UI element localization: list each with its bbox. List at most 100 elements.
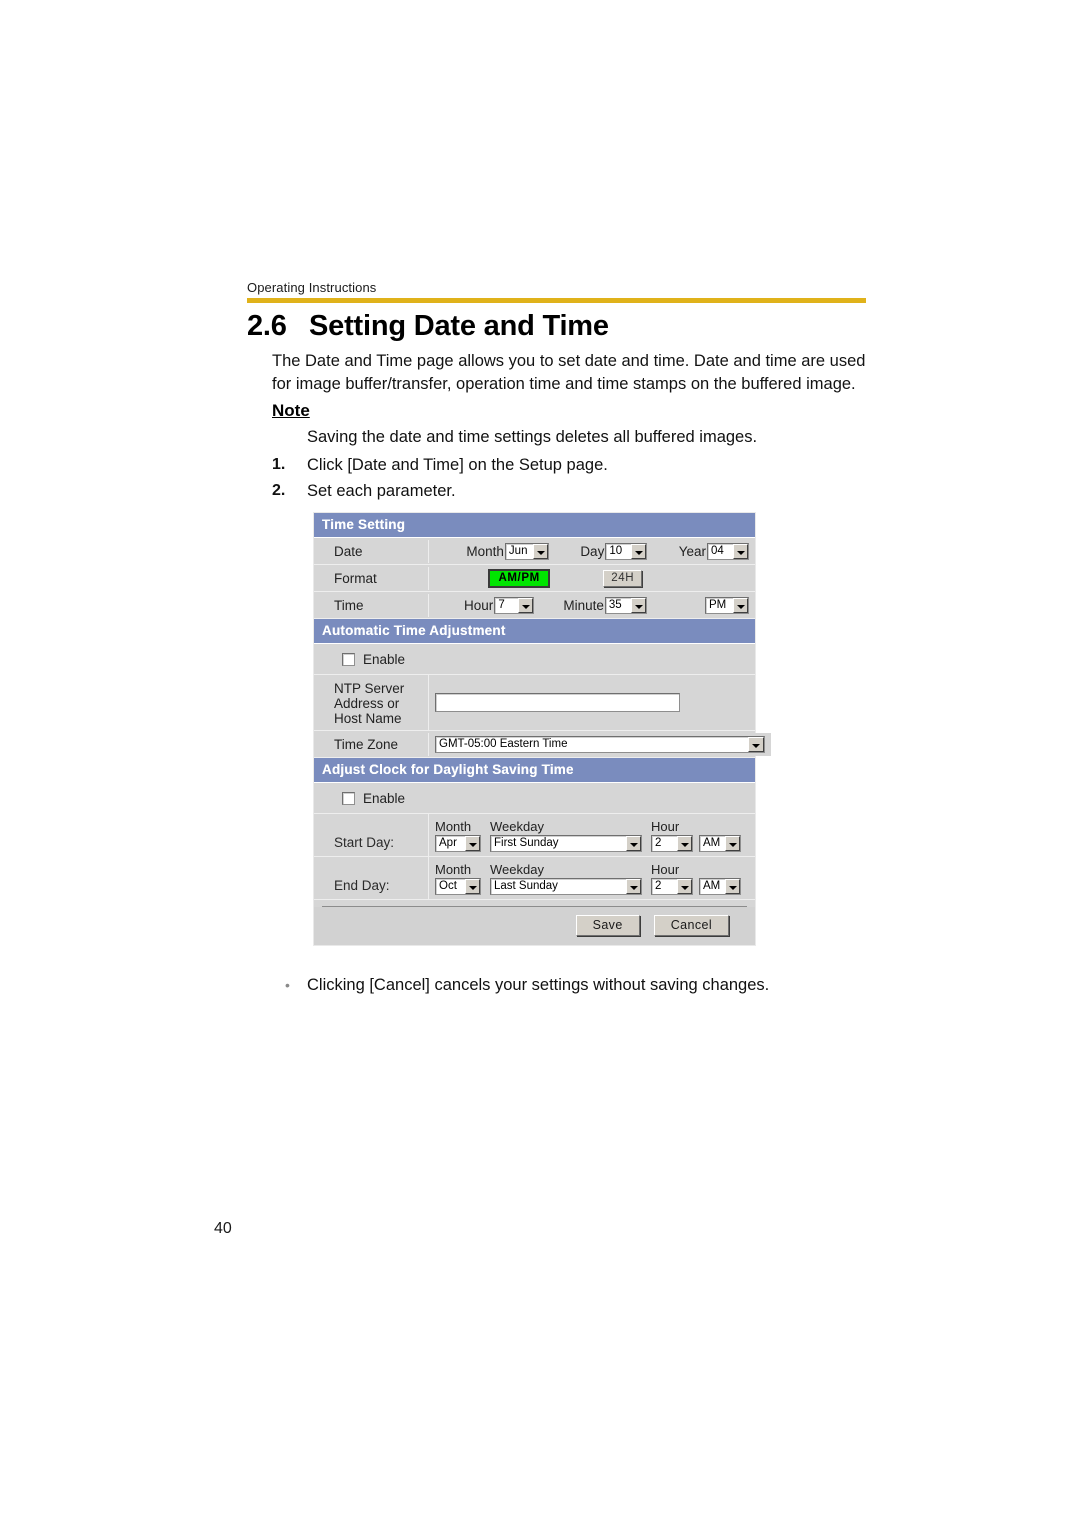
ampm-format-button[interactable]: AM/PM	[488, 568, 550, 588]
hour-label: Hour	[464, 597, 494, 613]
start-day-row: Start Day: Month Apr Weekday First Sunda…	[314, 814, 755, 857]
month-value: Jun	[508, 544, 528, 557]
chevron-down-icon[interactable]	[465, 879, 480, 894]
month-label: Month	[466, 543, 504, 559]
hour-value: 7	[498, 598, 505, 611]
end-weekday-group: Weekday Last Sunday	[490, 863, 642, 895]
page-title: 2.6 Setting Date and Time	[247, 310, 887, 343]
dst-enable-checkbox[interactable]	[342, 791, 355, 805]
day-value: 10	[609, 544, 623, 557]
start-month-select[interactable]: Apr	[435, 835, 481, 852]
start-day-label: Start Day:	[314, 814, 429, 856]
date-time-settings-screenshot: Time Setting Date Month Jun Day 10 Year …	[313, 512, 771, 946]
end-meridiem-value: AM	[703, 880, 721, 892]
auto-time-enable-label: Enable	[363, 651, 406, 667]
date-row: Date Month Jun Day 10 Year 04	[314, 538, 755, 565]
end-day-row: End Day: Month Oct Weekday Last Sunday H…	[314, 857, 755, 900]
chevron-down-icon[interactable]	[532, 543, 548, 559]
section-number: 2.6	[247, 310, 287, 342]
start-day-fields: Month Apr Weekday First Sunday Hour 2 AM	[429, 814, 755, 856]
end-month-group: Month Oct	[435, 863, 481, 895]
chevron-down-icon[interactable]	[631, 543, 647, 559]
chevron-down-icon[interactable]	[748, 736, 764, 752]
note-label: Note	[272, 401, 310, 420]
chevron-down-icon[interactable]	[518, 597, 534, 613]
end-day-fields: Month Oct Weekday Last Sunday Hour 2 AM	[429, 857, 755, 899]
ntp-server-row: NTP Server Address or Host Name	[314, 675, 755, 731]
end-day-label: End Day:	[314, 857, 429, 899]
day-select[interactable]: 10	[605, 542, 648, 560]
date-row-fields: Month Jun Day 10 Year 04	[429, 539, 755, 563]
timezone-field-wrap: GMT-05:00 Eastern Time	[429, 732, 771, 756]
end-hour-caption: Hour	[651, 862, 680, 877]
chevron-down-icon[interactable]	[733, 543, 748, 559]
start-month-value: Apr	[439, 837, 457, 849]
list-item: 1. Click [Date and Time] on the Setup pa…	[272, 452, 872, 478]
cancel-button[interactable]: Cancel	[653, 915, 729, 936]
year-value: 04	[711, 544, 724, 557]
start-weekday-select[interactable]: First Sunday	[490, 835, 642, 852]
chevron-down-icon[interactable]	[626, 836, 641, 851]
closing-note: • Clicking [Cancel] cancels your setting…	[285, 974, 907, 997]
running-header: Operating Instructions	[247, 280, 377, 295]
dst-enable-row[interactable]: Enable	[314, 783, 755, 814]
auto-time-enable-checkbox[interactable]	[342, 652, 355, 666]
end-hour-value: 2	[655, 880, 662, 892]
start-weekday-value: First Sunday	[494, 837, 559, 849]
auto-time-enable-row[interactable]: Enable	[314, 644, 755, 675]
start-weekday-caption: Weekday	[490, 819, 544, 834]
year-select[interactable]: 04	[707, 542, 749, 560]
chevron-down-icon[interactable]	[725, 879, 740, 894]
chevron-down-icon[interactable]	[732, 597, 748, 613]
end-month-value: Oct	[439, 880, 457, 892]
automatic-time-adjustment-section-header: Automatic Time Adjustment	[314, 619, 755, 644]
step-list: 1. Click [Date and Time] on the Setup pa…	[272, 452, 872, 504]
start-weekday-group: Weekday First Sunday	[490, 820, 642, 852]
format-row-fields: AM/PM 24H	[429, 565, 755, 591]
ntp-server-input[interactable]	[435, 693, 680, 712]
end-month-select[interactable]: Oct	[435, 878, 481, 895]
minute-label: Minute	[563, 597, 604, 613]
chevron-down-icon[interactable]	[626, 879, 641, 894]
dst-enable-label: Enable	[363, 790, 406, 806]
minute-select[interactable]: 35	[604, 596, 647, 614]
chevron-down-icon[interactable]	[630, 597, 646, 613]
timezone-select[interactable]: GMT-05:00 Eastern Time	[435, 735, 765, 753]
year-label: Year	[678, 543, 706, 559]
ntp-server-label: NTP Server Address or Host Name	[314, 675, 429, 730]
end-hour-group: Hour 2 AM	[651, 863, 741, 895]
chevron-down-icon[interactable]	[677, 836, 692, 851]
end-weekday-value: Last Sunday	[494, 880, 558, 892]
month-select[interactable]: Jun	[504, 542, 549, 560]
24h-format-button[interactable]: 24H	[603, 569, 643, 587]
minute-value: 35	[608, 598, 622, 611]
closing-note-text: Clicking [Cancel] cancels your settings …	[307, 976, 770, 994]
meridiem-select[interactable]: PM	[704, 596, 749, 614]
save-button[interactable]: Save	[575, 915, 640, 936]
start-meridiem-select[interactable]: AM	[699, 835, 741, 852]
intro-paragraph: The Date and Time page allows you to set…	[272, 352, 866, 393]
form-button-bar: Save Cancel	[314, 907, 755, 945]
format-row: Format AM/PM 24H	[314, 565, 755, 592]
chevron-down-icon[interactable]	[725, 836, 740, 851]
start-month-caption: Month	[435, 819, 472, 834]
meridiem-value: PM	[708, 598, 727, 611]
end-weekday-select[interactable]: Last Sunday	[490, 878, 642, 895]
chevron-down-icon[interactable]	[465, 836, 480, 851]
list-item: 2. Set each parameter.	[272, 478, 872, 504]
timezone-label: Time Zone	[314, 732, 429, 756]
chevron-down-icon[interactable]	[677, 879, 692, 894]
section-title: Setting Date and Time	[309, 310, 609, 342]
note-text: Saving the date and time settings delete…	[307, 428, 758, 446]
date-row-label: Date	[314, 539, 429, 563]
day-label: Day	[580, 543, 605, 559]
page-number: 40	[214, 1220, 232, 1237]
end-hour-select[interactable]: 2	[651, 878, 693, 895]
end-meridiem-select[interactable]: AM	[699, 878, 741, 895]
time-setting-section-header: Time Setting	[314, 513, 755, 538]
timezone-value: GMT-05:00 Eastern Time	[439, 737, 568, 750]
daylight-saving-section-header: Adjust Clock for Daylight Saving Time	[314, 758, 755, 783]
start-hour-select[interactable]: 2	[651, 835, 693, 852]
end-weekday-caption: Weekday	[490, 862, 544, 877]
hour-select[interactable]: 7	[494, 596, 535, 614]
